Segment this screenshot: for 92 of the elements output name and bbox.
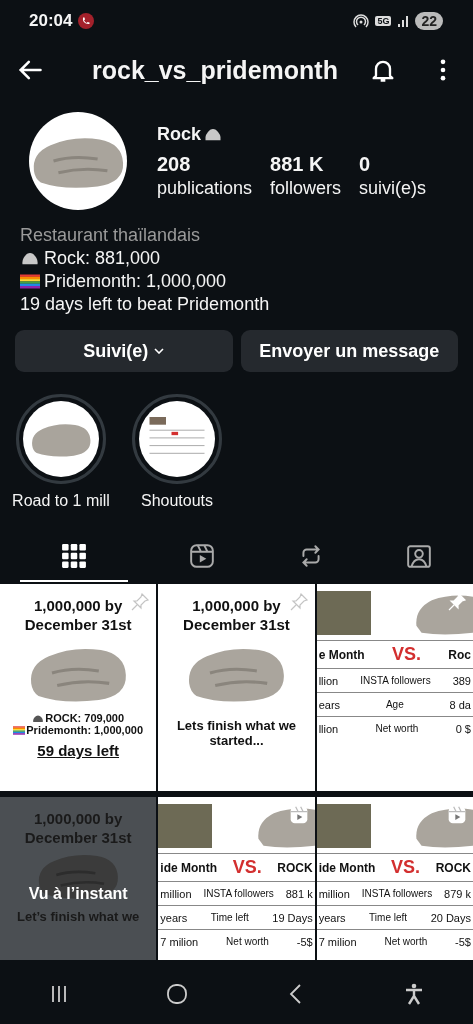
- post-caption: Let’s finish what we: [16, 909, 141, 924]
- table-cell: 7 milion: [318, 935, 357, 948]
- table-cell: 19 Days: [272, 911, 313, 924]
- post-title: 1,000,000 by December 31st: [23, 809, 133, 847]
- table-cell: 20 Days: [430, 911, 471, 924]
- table-cell: ROCK: [435, 860, 471, 875]
- highlight-cover[interactable]: [16, 394, 106, 484]
- post-title: 1,000,000 by December 31st: [23, 596, 133, 634]
- table-cell: -5$: [455, 935, 471, 948]
- table-cell: -5$: [296, 935, 313, 948]
- post-title: 1,000,000 by December 31st: [182, 596, 291, 634]
- photo-placeholder: [158, 804, 213, 848]
- pin-icon: [130, 592, 151, 612]
- seen-just-now-label: Vu à l’instant: [27, 885, 129, 903]
- table-cell: Age: [385, 699, 404, 710]
- photo-placeholder: [316, 804, 371, 848]
- reels-icon: [288, 805, 309, 825]
- post-caption: 59 days left: [36, 742, 120, 759]
- table-cell: llion: [318, 674, 339, 687]
- phone-call-icon: [78, 13, 95, 29]
- pin-icon: [288, 592, 309, 612]
- rock-icon: [20, 251, 40, 266]
- stat-label[interactable]: suivi(e)s: [359, 177, 427, 199]
- table-cell: 881 k: [285, 887, 313, 900]
- table-cell: million: [160, 887, 192, 900]
- stat-label[interactable]: publications: [157, 177, 253, 199]
- photo-placeholder: [316, 591, 371, 635]
- post-thumbnail[interactable]: ide Month VS. ROCK million INSTA followers 879 k years Time left 20 Days 7 milion Net worth -5$: [316, 797, 473, 960]
- post-thumbnail[interactable]: 1,000,000 by December 31st Vu à l’instant Let’s finish what we: [0, 797, 157, 960]
- rock-icon: [32, 713, 45, 723]
- post-stat-text: ROCK: 709,000: [45, 712, 125, 724]
- table-cell: years: [160, 911, 188, 924]
- home-icon[interactable]: [165, 982, 190, 1006]
- table-cell: 8 da: [449, 698, 471, 711]
- profile-username: rock_vs_pridemonth: [91, 55, 339, 85]
- highlight-cover[interactable]: [132, 394, 222, 484]
- signal-icon: [397, 14, 410, 28]
- table-cell: Net worth: [384, 936, 428, 947]
- table-cell: 7 milion: [160, 935, 199, 948]
- table-cell: llion: [318, 722, 339, 735]
- pin-icon: [447, 592, 467, 612]
- profile-name: Rock: [157, 123, 201, 145]
- table-cell: ide Month: [160, 860, 217, 875]
- stat-value[interactable]: 0: [359, 152, 427, 176]
- stat-label[interactable]: followers: [270, 177, 342, 199]
- bio-text: Rock: 881,000: [44, 247, 161, 270]
- bio-text: 19 days left to beat Pridemonth: [20, 293, 270, 316]
- table-cell: ears: [318, 698, 341, 711]
- table-cell: million: [318, 887, 350, 900]
- status-time: 20:04: [29, 11, 73, 31]
- post-thumbnail[interactable]: ide Month VS. ROCK million INSTA followers 881 k years Time left 19 Days 7 milion Net worth -5$: [158, 797, 315, 960]
- table-cell: Net worth: [375, 723, 419, 734]
- post-thumbnail[interactable]: 1,000,000 by December 31st Lets finish what we started...: [158, 584, 315, 791]
- highlight-label[interactable]: Road to 1 mill: [12, 492, 110, 510]
- table-cell: Time left: [210, 912, 249, 923]
- rainbow-flag-icon: [20, 274, 40, 289]
- table-cell: Time left: [369, 912, 408, 923]
- reels-icon: [189, 543, 216, 569]
- table-cell: 389: [452, 674, 471, 687]
- highlight-label[interactable]: Shoutouts: [140, 492, 214, 510]
- stat-value[interactable]: 208: [157, 152, 253, 176]
- table-cell: INSTA followers: [203, 888, 274, 899]
- rock-icon: [203, 126, 223, 142]
- table-cell: VS.: [390, 857, 420, 878]
- post-thumbnail[interactable]: 1,000,000 by December 31st ROCK: 709,000 Pridemonth: 1,000,000 59 days left: [0, 584, 157, 791]
- follow-dropdown-button[interactable]: Suivi(e): [15, 330, 233, 372]
- rainbow-flag-icon: [13, 725, 26, 735]
- table-cell: INSTA followers: [361, 888, 433, 899]
- hotspot-icon: [353, 13, 370, 29]
- tagged-person-icon: [405, 543, 432, 569]
- table-cell: e Month: [318, 647, 365, 662]
- table-cell: ROCK: [277, 860, 313, 875]
- table-cell: ide Month: [318, 860, 376, 875]
- post-thumbnail[interactable]: e Month VS. Roc llion INSTA followers 389 ears Age 8 da llion Net worth 0 $: [316, 584, 473, 791]
- table-cell: Roc: [448, 647, 471, 662]
- table-cell: VS.: [232, 857, 262, 878]
- message-button[interactable]: Envoyer un message: [240, 330, 458, 372]
- table-cell: 879 k: [444, 887, 471, 900]
- table-cell: Net worth: [226, 936, 269, 947]
- post-stat-text: Pridemonth: 1,000,000: [26, 724, 144, 736]
- bio-text: Pridemonth: 1,000,000: [44, 270, 227, 293]
- table-cell: VS.: [391, 644, 421, 665]
- stat-value[interactable]: 881 K: [270, 152, 342, 176]
- profile-category: Restaurant thaïlandais: [20, 224, 202, 247]
- table-cell: INSTA followers: [360, 675, 431, 686]
- grid-icon: [61, 543, 88, 569]
- post-caption: Lets finish what we started...: [175, 718, 298, 748]
- table-cell: 0 $: [455, 722, 471, 735]
- battery-level: 22: [415, 12, 443, 30]
- table-cell: years: [318, 911, 346, 924]
- network-label: 5G: [375, 16, 392, 26]
- chevron-down-icon: [154, 348, 165, 354]
